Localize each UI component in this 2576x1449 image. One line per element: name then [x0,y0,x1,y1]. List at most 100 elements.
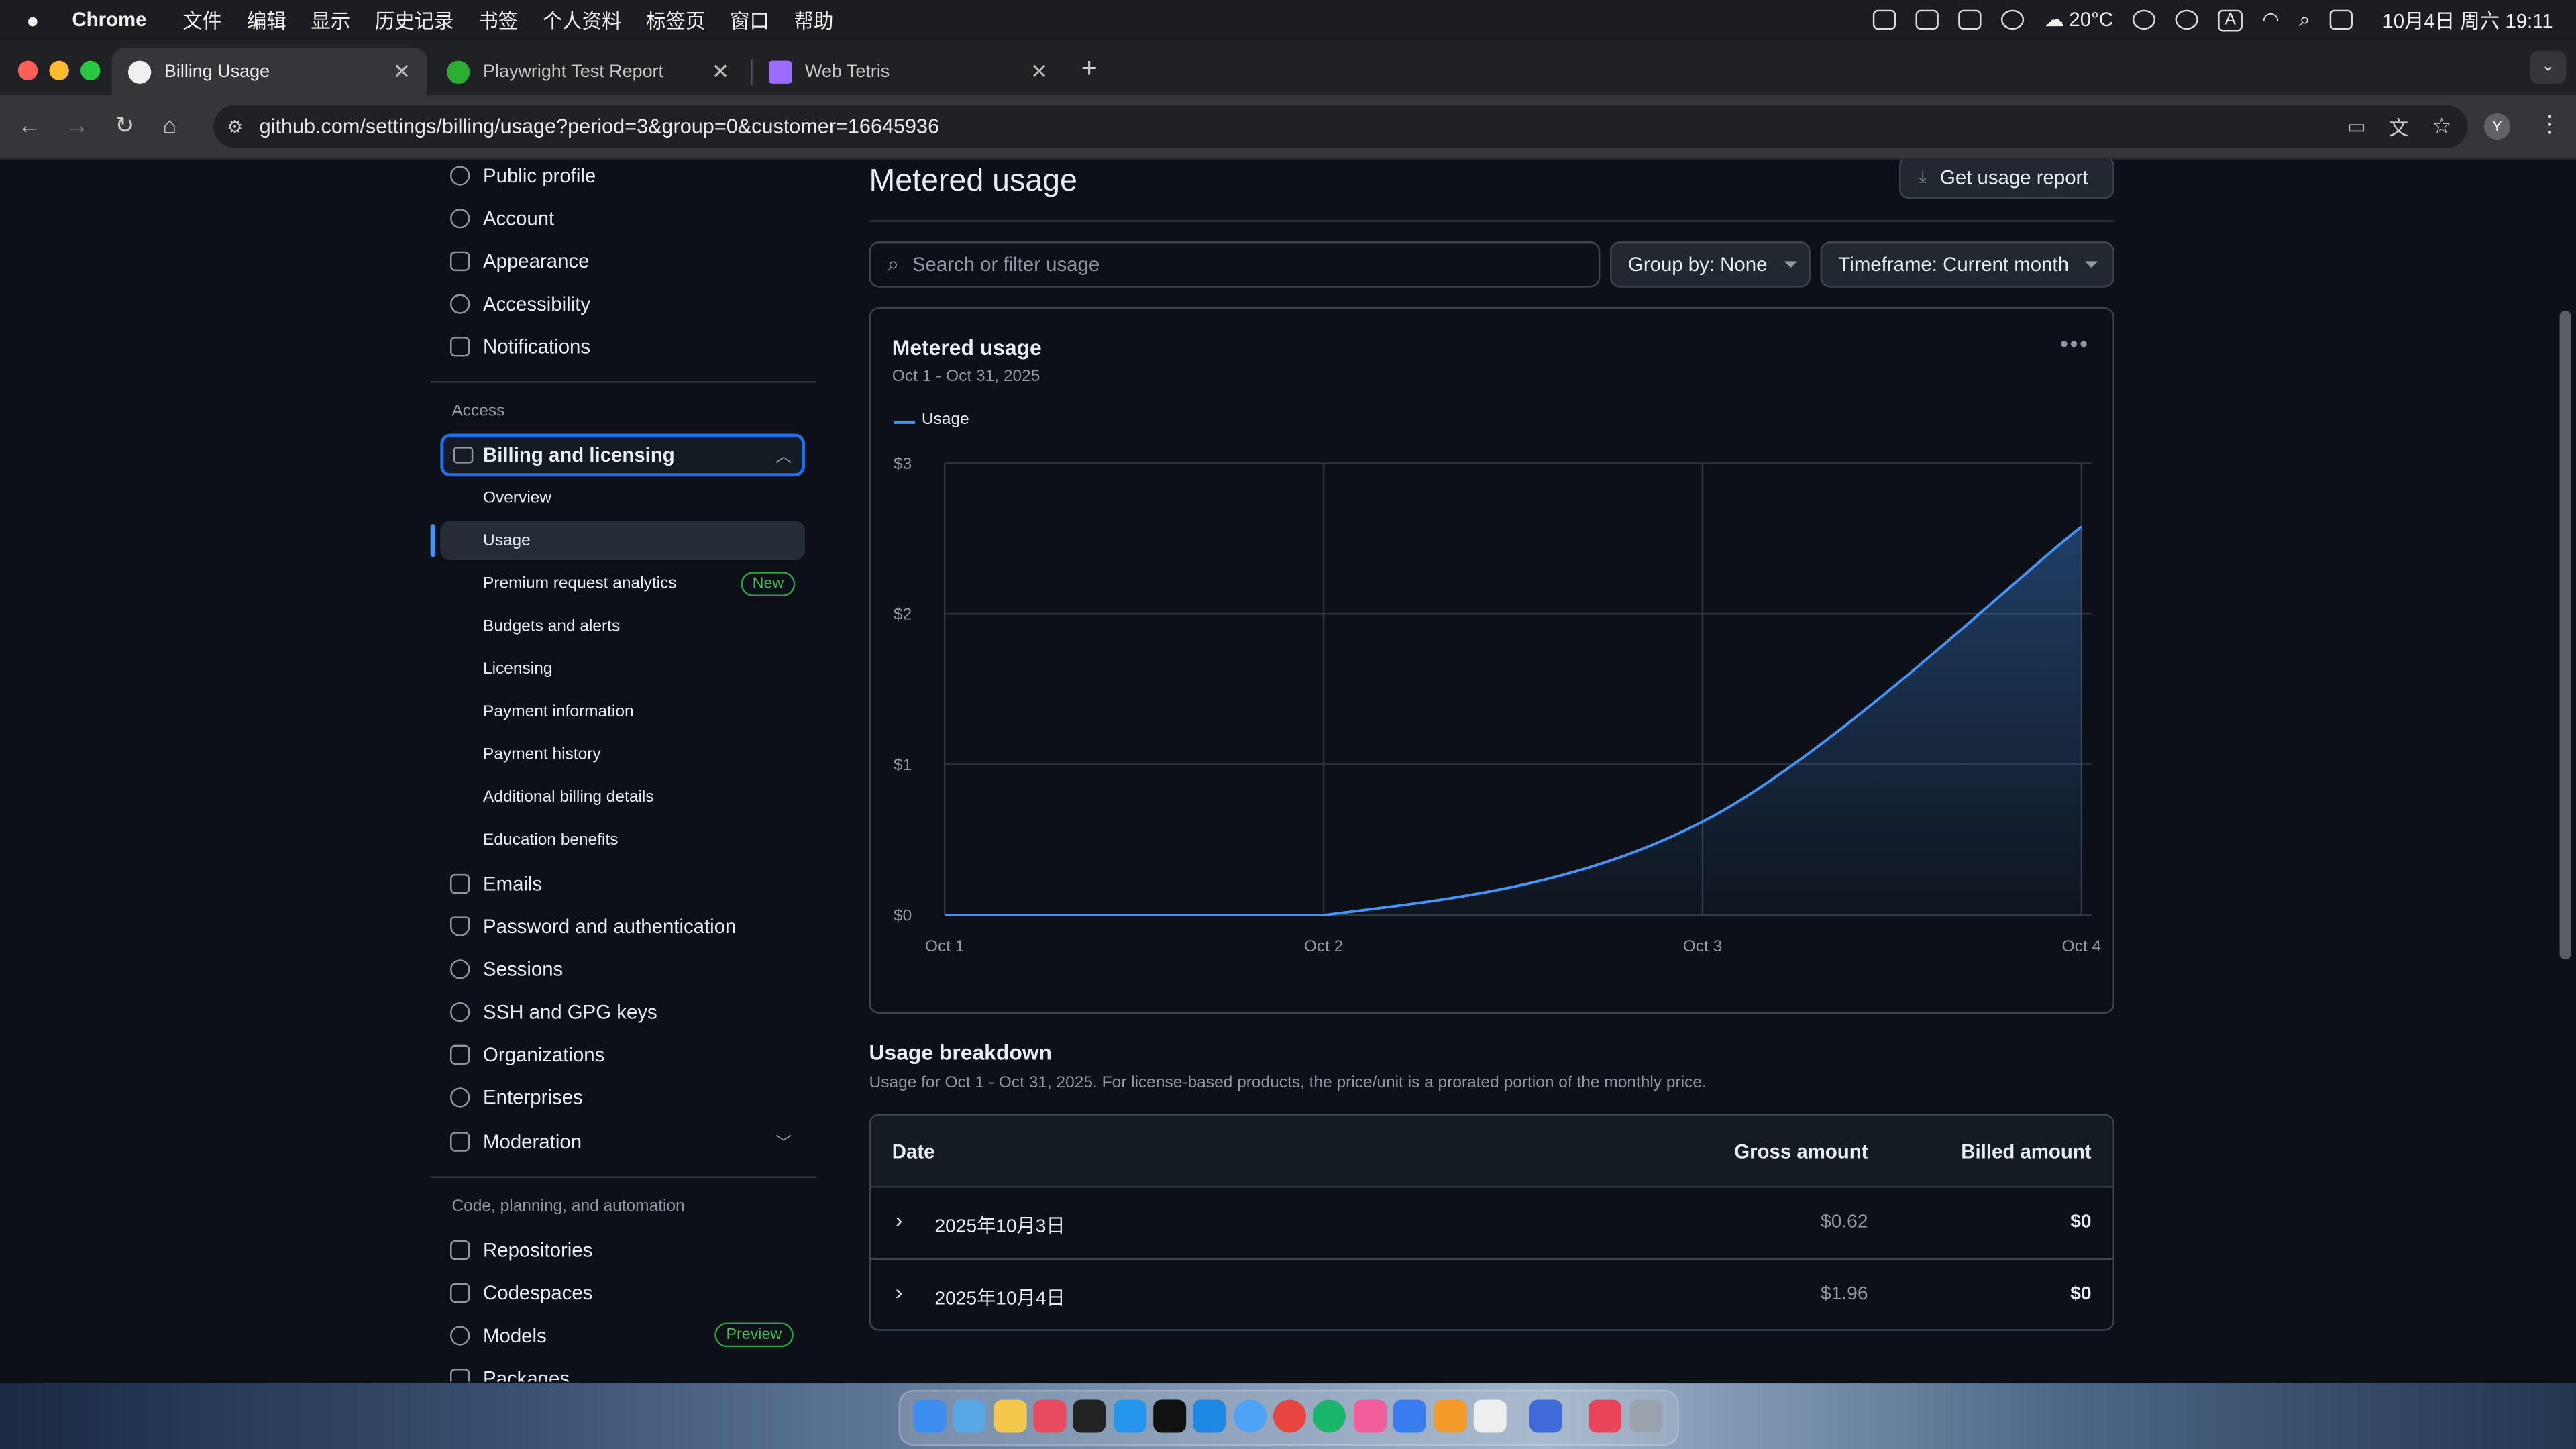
sidebar-item-repositories[interactable]: Repositories [450,1232,592,1269]
sidebar-item-accessibility[interactable]: Accessibility [450,286,590,322]
kebab-menu-icon[interactable]: ••• [2060,330,2089,356]
menubar-item-history[interactable]: 历史记录 [375,6,454,34]
infuse-icon[interactable] [1312,1399,1346,1433]
books-icon[interactable] [1434,1399,1467,1433]
cat-app-icon[interactable] [1473,1399,1507,1433]
timeframe-dropdown[interactable]: Timeframe: Current month [1820,241,2114,288]
back-icon[interactable]: ← [18,112,41,138]
home-icon[interactable]: ⌂ [162,112,176,138]
table-row[interactable]: › 2025年10月3日 $0.62 $0 [870,1188,2113,1260]
window-minimize-button[interactable] [49,60,69,81]
new-tab-button[interactable]: + [1081,52,1097,85]
sidebar-item-sessions[interactable]: Sessions [450,951,563,987]
browser-tab-playwright-report[interactable]: Playwright Test Report ✕ [431,48,746,95]
menubar-item-bookmarks[interactable]: 书签 [478,6,518,34]
play-icon[interactable] [2176,9,2199,30]
vpn-globe-icon[interactable] [2001,9,2025,30]
tab-search-button[interactable]: ⌄ [2530,50,2567,84]
trash-icon[interactable] [1629,1399,1663,1433]
activity-monitor-icon[interactable] [1073,1399,1106,1433]
wifi-icon[interactable]: ◠ [2262,8,2279,31]
sidebar-item-enterprises[interactable]: Enterprises [450,1079,583,1116]
sidebar-subitem-additional-billing-details[interactable]: Additional billing details [483,780,654,813]
tab-close-icon[interactable]: ✕ [1030,59,1049,85]
address-bar-url[interactable]: github.com/settings/billing/usage?period… [260,115,940,138]
tab-close-icon[interactable]: ✕ [712,59,730,85]
table-row[interactable]: › 2025年10月4日 $1.96 $0 [871,1260,2112,1329]
sidebar-item-ssh-and-gpg-keys[interactable]: SSH and GPG keys [450,994,657,1030]
sidebar-item-packages[interactable]: Packages [450,1360,570,1382]
preview-app-icon[interactable] [953,1399,986,1433]
finder-icon[interactable] [913,1399,947,1433]
sidebar-subitem-education-benefits[interactable]: Education benefits [483,823,619,856]
calendar-icon[interactable] [1873,9,1897,30]
get-usage-report-button[interactable]: ⤓ Get usage report [1899,159,2114,199]
sidebar-item-account[interactable]: Account [450,201,554,237]
address-bar[interactable]: ⚙ github.com/settings/billing/usage?peri… [213,105,2468,148]
weather-alert-icon[interactable] [1959,9,1982,30]
xmind-icon[interactable] [1033,1399,1067,1433]
translate-icon[interactable]: 文 [2389,113,2408,141]
chevron-right-icon[interactable]: › [896,1280,903,1305]
chevron-down-icon[interactable]: ﹀ [775,1128,792,1153]
sidebar-item-codespaces[interactable]: Codespaces [450,1275,592,1311]
battery-icon[interactable] [1916,9,1939,30]
menubar-item-tabs[interactable]: 标签页 [646,6,705,34]
sidebar-item-password-and-authentication[interactable]: Password and authentication [450,908,736,945]
window-zoom-button[interactable] [80,60,101,81]
sidebar-subitem-overview[interactable]: Overview [483,482,551,515]
weather-temperature[interactable]: 20°C [2069,8,2113,31]
music-app-icon[interactable] [1353,1399,1387,1433]
chevron-right-icon[interactable]: › [896,1208,903,1232]
reload-icon[interactable]: ↻ [115,112,134,140]
menubar-item-view[interactable]: 显示 [311,6,350,34]
weather-icon[interactable]: ☁ [2045,8,2064,31]
notes-icon[interactable] [994,1399,1027,1433]
sidebar-subitem-usage[interactable]: Usage [483,524,531,557]
time-machine-icon[interactable] [2133,9,2156,30]
sidebar-subitem-premium-request-analytics[interactable]: Premium request analytics [483,567,677,600]
profile-avatar[interactable]: Y [2483,113,2511,140]
sidebar-item-billing-and-licensing[interactable]: Billing and licensing ︿ [440,433,806,477]
forward-icon[interactable]: → [66,112,89,138]
screen-sharing-icon[interactable] [1529,1399,1562,1433]
sidebar-item-notifications[interactable]: Notifications [450,329,590,365]
safari-icon[interactable] [1234,1399,1267,1433]
tab-close-icon[interactable]: ✕ [393,59,411,85]
browser-tab-billing-usage[interactable]: Billing Usage ✕ [111,48,427,96]
chevron-up-icon[interactable]: ︿ [775,442,792,467]
page-scrollbar-thumb[interactable] [2559,310,2571,960]
menubar-app-name[interactable]: Chrome [72,8,146,31]
group-by-dropdown[interactable]: Group by: None [1610,241,1811,288]
docker-icon[interactable] [1114,1399,1147,1433]
menubar-item-file[interactable]: 文件 [182,6,222,34]
sidebar-item-appearance[interactable]: Appearance [450,243,590,279]
sidebar-subitem-payment-history[interactable]: Payment history [483,738,601,771]
tool-app-icon[interactable] [1393,1399,1426,1433]
sidebar-item-public-profile[interactable]: Public profile [450,160,596,194]
terminal-icon[interactable] [1153,1399,1187,1433]
usage-search-input[interactable]: ⌕ Search or filter usage [869,241,1601,288]
chrome-icon[interactable] [1273,1399,1306,1433]
control-center-icon[interactable] [2330,9,2353,30]
apple-icon[interactable]: ● [26,7,39,32]
sidebar-subitem-licensing[interactable]: Licensing [483,652,553,685]
downloads-icon[interactable] [1589,1399,1622,1433]
cast-icon[interactable]: ▭ [2347,115,2366,138]
browser-tab-web-tetris[interactable]: Web Tetris ✕ [753,48,1065,95]
spotlight-search-icon[interactable]: ⌕ [2299,7,2310,32]
site-info-icon[interactable]: ⚙ [227,116,243,137]
sidebar-item-organizations[interactable]: Organizations [450,1036,604,1073]
bookmark-star-icon[interactable]: ☆ [2432,113,2451,140]
sidebar-item-models[interactable]: Models [450,1318,547,1354]
chrome-menu-icon[interactable]: ⋮ [2538,110,2561,138]
sidebar-subitem-budgets-and-alerts[interactable]: Budgets and alerts [483,610,620,643]
menubar-item-profiles[interactable]: 个人资料 [543,6,622,34]
menubar-item-edit[interactable]: 编辑 [247,6,286,34]
sidebar-subitem-payment-information[interactable]: Payment information [483,695,634,728]
sidebar-item-moderation[interactable]: Moderation [450,1124,582,1160]
menubar-clock[interactable]: 10月4日 周六 19:11 [2382,6,2553,34]
menubar-item-window[interactable]: 窗口 [730,6,769,34]
input-method-indicator[interactable]: A [2218,9,2243,31]
menubar-item-help[interactable]: 帮助 [794,6,834,34]
